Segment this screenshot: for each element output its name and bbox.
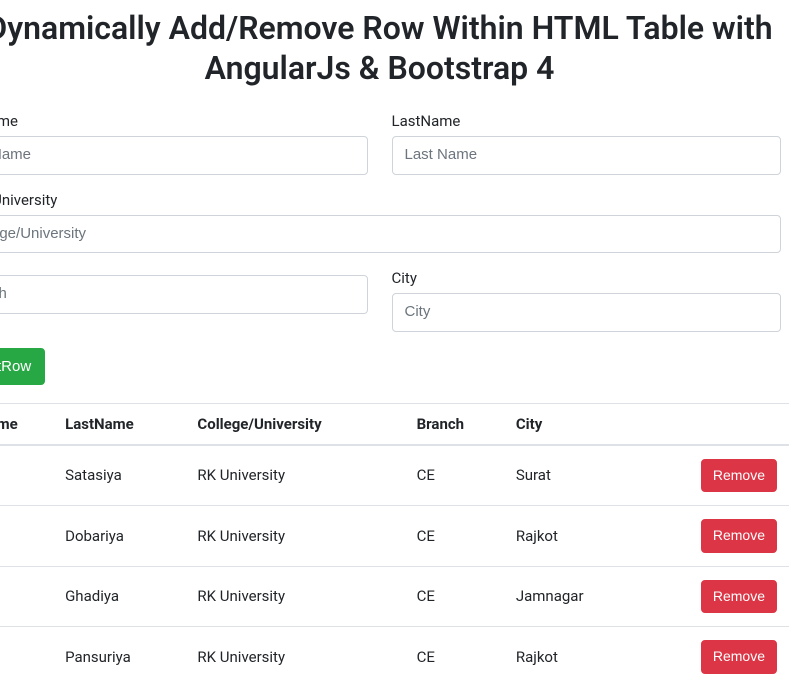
cell-branch: CE (409, 627, 508, 687)
first-name-label: Name (0, 112, 368, 130)
th-branch: Branch (409, 403, 508, 445)
college-input[interactable] (0, 215, 781, 254)
cell-name (0, 566, 57, 627)
last-name-input[interactable] (392, 136, 782, 175)
cell-action: Remove (639, 627, 789, 687)
table-row: GhadiyaRK UniversityCEJamnagar Remove (0, 566, 789, 627)
cell-name (0, 627, 57, 687)
cell-branch: CE (409, 506, 508, 567)
insert-row-button[interactable]: rtRow (0, 348, 45, 385)
cell-city: Rajkot (508, 627, 639, 687)
city-label: City (392, 269, 782, 287)
cell-lastName: Ghadiya (57, 566, 189, 627)
th-lastname: LastName (57, 403, 189, 445)
first-name-input[interactable] (0, 136, 368, 175)
cell-college: RK University (189, 445, 408, 506)
cell-branch: CE (409, 566, 508, 627)
page-title: Dynamically Add/Remove Row Within HTML T… (0, 8, 789, 88)
remove-button[interactable]: Remove (701, 459, 777, 493)
cell-action: Remove (639, 506, 789, 567)
table-row: njSatasiyaRK UniversityCESurat Remove (0, 445, 789, 506)
cell-city: Jamnagar (508, 566, 639, 627)
cell-name: nj (0, 445, 57, 506)
th-city: City (508, 403, 639, 445)
cell-lastName: Pansuriya (57, 627, 189, 687)
last-name-label: LastName (392, 112, 782, 130)
remove-button[interactable]: Remove (701, 580, 777, 614)
remove-button[interactable]: Remove (701, 640, 777, 674)
cell-city: Surat (508, 445, 639, 506)
data-table: Name LastName College/University Branch … (0, 403, 789, 687)
table-row: DobariyaRK UniversityCERajkot Remove (0, 506, 789, 567)
table-row: PansuriyaRK UniversityCERajkot Remove (0, 627, 789, 687)
th-action (639, 403, 789, 445)
college-label: e/University (0, 191, 781, 209)
cell-college: RK University (189, 566, 408, 627)
cell-city: Rajkot (508, 506, 639, 567)
remove-button[interactable]: Remove (701, 519, 777, 553)
cell-name (0, 506, 57, 567)
cell-action: Remove (639, 566, 789, 627)
cell-college: RK University (189, 506, 408, 567)
cell-action: Remove (639, 445, 789, 506)
cell-lastName: Dobariya (57, 506, 189, 567)
cell-branch: CE (409, 445, 508, 506)
city-input[interactable] (392, 293, 782, 332)
cell-college: RK University (189, 627, 408, 687)
cell-lastName: Satasiya (57, 445, 189, 506)
th-college: College/University (189, 403, 408, 445)
branch-input[interactable] (0, 275, 368, 314)
th-name: Name (0, 403, 57, 445)
